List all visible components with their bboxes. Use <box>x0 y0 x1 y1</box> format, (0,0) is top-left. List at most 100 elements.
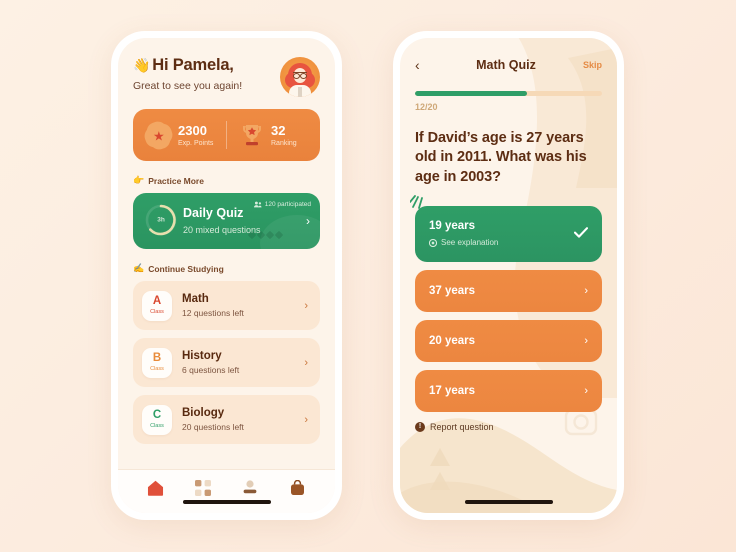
section-label-text: Continue Studying <box>148 263 224 274</box>
pointing-hand-icon: 👉 <box>133 175 145 185</box>
chevron-right-icon: › <box>304 299 308 312</box>
quiz-header: ‹ Math Quiz Skip <box>415 55 602 75</box>
answer-label: 20 years <box>429 334 476 347</box>
answer-option-3[interactable]: 20 years › <box>415 319 602 362</box>
avatar-body <box>289 85 311 97</box>
progress-label: 12/20 <box>415 102 602 112</box>
grade-class-label: Class <box>150 366 164 373</box>
stat-label: Ranking <box>271 139 297 147</box>
home-content: 👋 Hi Pamela, Great to see you again! ★ 2… <box>118 38 335 513</box>
greeting-subtitle: Great to see you again! <box>133 79 243 92</box>
quiz-ring-label: 3h <box>157 216 165 224</box>
chevron-right-icon: › <box>306 214 310 228</box>
star-badge-icon: ★ <box>143 120 174 150</box>
quiz-participants: 120 participated <box>253 201 311 208</box>
stats-card: ★ 2300 Exp. Points 32 Ranking <box>133 109 320 161</box>
quiz-progress: 12/20 <box>415 91 602 112</box>
answer-label: 17 years <box>429 384 476 397</box>
answer-option-2[interactable]: 37 years › <box>415 269 602 312</box>
section-label-practice-more: 👉 Practice More <box>133 175 320 186</box>
writing-hand-icon: ✍️ <box>133 263 145 273</box>
skip-button[interactable]: Skip <box>583 60 602 70</box>
quiz-screen: ‹ Math Quiz Skip 12/20 If David’s age is… <box>400 38 617 513</box>
grade-class-label: Class <box>150 423 164 430</box>
quiz-content: ‹ Math Quiz Skip 12/20 If David’s age is… <box>400 38 617 513</box>
report-question-label: Report question <box>430 421 494 432</box>
subject-name: Biology <box>182 406 225 419</box>
design-canvas: 👋 Hi Pamela, Great to see you again! ★ 2… <box>0 0 736 552</box>
grade-class-label: Class <box>150 309 164 316</box>
grade-badge: B Class <box>142 347 172 378</box>
question-text: If David’s age is 27 years old in 2011. … <box>415 130 587 185</box>
phone-mockup-home: 👋 Hi Pamela, Great to see you again! ★ 2… <box>111 31 342 520</box>
page-title: 👋 Hi Pamela, <box>133 56 242 75</box>
stat-text: 2300 Exp. Points <box>178 124 213 147</box>
subject-text: Biology 20 questions left <box>182 407 244 433</box>
stat-exp-points[interactable]: ★ 2300 Exp. Points <box>133 120 226 150</box>
answer-option-4[interactable]: 17 years › <box>415 369 602 412</box>
answer-label: 19 years <box>429 220 476 233</box>
section-label-continue-studying: ✍️ Continue Studying <box>133 263 320 274</box>
quiz-progress-ring: 3h <box>144 203 178 237</box>
progress-current: 12 <box>415 102 426 112</box>
chevron-left-icon[interactable]: ‹ <box>415 57 429 73</box>
subject-name: Math <box>182 292 209 305</box>
progress-bar-fill <box>415 91 528 96</box>
subject-name: History <box>182 349 222 362</box>
chevron-right-icon: › <box>304 413 308 426</box>
stat-text: 32 Ranking <box>271 124 297 147</box>
subject-meta: 6 questions left <box>182 365 240 376</box>
info-icon: ! <box>415 421 425 432</box>
quiz-page-title: Math Quiz <box>476 58 536 72</box>
subject-text: History 6 questions left <box>182 350 239 376</box>
stat-ranking[interactable]: 32 Ranking <box>227 123 320 148</box>
avatar-glasses-icon <box>293 72 307 79</box>
subject-text: Math 12 questions left <box>182 293 244 319</box>
subject-row-math[interactable]: A Class Math 12 questions left › <box>133 281 320 330</box>
home-indicator <box>182 500 271 504</box>
grade-badge: C Class <box>142 404 172 435</box>
quiz-dots-decoration <box>247 230 284 240</box>
waving-hand-icon: 👋 <box>133 57 151 73</box>
greeting-row: 👋 Hi Pamela, Great to see you again! <box>133 56 320 97</box>
chevron-right-icon: › <box>584 284 588 297</box>
greeting-text: Hi Pamela, <box>152 56 234 74</box>
subject-row-history[interactable]: B Class History 6 questions left › <box>133 338 320 387</box>
trophy-icon <box>240 123 264 148</box>
report-question-button[interactable]: ! Report question <box>415 421 602 432</box>
answer-options: 19 years See explanation 37 years › 20 y… <box>410 194 602 412</box>
avatar[interactable] <box>280 57 320 97</box>
grade-letter: C <box>152 408 162 421</box>
see-explanation-text: See explanation <box>441 238 499 248</box>
bag-icon <box>290 479 304 495</box>
tab-home[interactable] <box>145 477 167 499</box>
see-explanation-link[interactable]: See explanation <box>429 238 498 247</box>
stat-value: 32 <box>271 122 286 138</box>
tab-profile[interactable] <box>239 477 261 499</box>
eye-icon <box>429 238 437 247</box>
bottom-tabbar <box>118 469 335 513</box>
people-icon <box>253 201 262 208</box>
home-screen: 👋 Hi Pamela, Great to see you again! ★ 2… <box>118 38 335 513</box>
grade-badge: A Class <box>142 290 172 321</box>
subject-meta: 12 questions left <box>182 308 244 319</box>
stat-label: Exp. Points <box>178 139 214 147</box>
tab-bag[interactable] <box>286 477 308 499</box>
chevron-right-icon: › <box>584 384 588 397</box>
grid-icon <box>194 479 211 496</box>
subject-row-biology[interactable]: C Class Biology 20 questions left › <box>133 395 320 444</box>
answer-label: 37 years <box>429 284 476 297</box>
tab-categories[interactable] <box>192 477 214 499</box>
progress-total: 20 <box>427 102 438 112</box>
quiz-participants-text: 120 participated <box>264 201 311 208</box>
quiz-title: Daily Quiz <box>183 206 244 221</box>
quiz-text: Daily Quiz 20 mixed questions <box>183 206 261 235</box>
section-label-text: Practice More <box>148 175 204 186</box>
daily-quiz-card[interactable]: 3h Daily Quiz 20 mixed questions 120 par… <box>133 193 320 249</box>
home-indicator <box>464 500 553 504</box>
check-icon <box>573 225 589 243</box>
subject-meta: 20 questions left <box>182 422 244 433</box>
home-icon <box>148 480 164 496</box>
chevron-right-icon: › <box>304 356 308 369</box>
answer-option-correct[interactable]: 19 years See explanation <box>415 205 602 262</box>
